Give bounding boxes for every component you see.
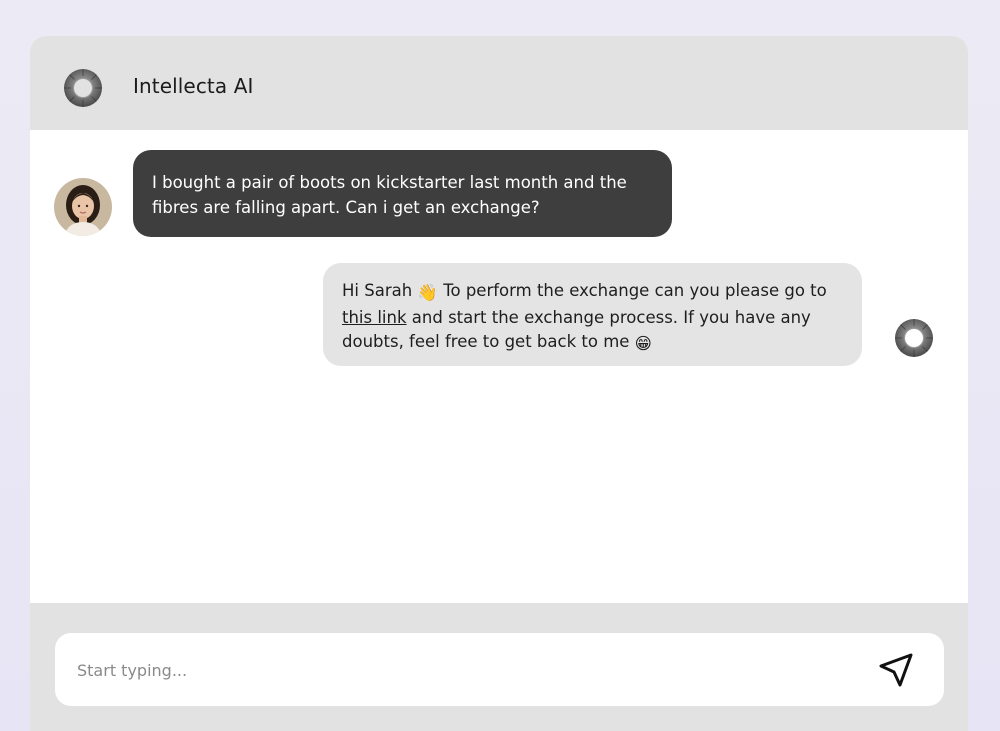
message-input[interactable] (75, 633, 859, 708)
waving-hand-emoji: 👋 (417, 283, 438, 302)
bot-message-bubble: Hi Sarah 👋 To perform the exchange can y… (323, 263, 862, 366)
app-title: Intellecta AI (133, 74, 254, 98)
bot-message-text-2: To perform the exchange can you please g… (437, 281, 827, 300)
bot-message-text-1: Hi Sarah (342, 281, 418, 300)
send-icon[interactable] (877, 651, 915, 689)
grinning-face-emoji: 😁 (634, 334, 652, 353)
exchange-link[interactable]: this link (342, 308, 407, 327)
chat-header: Intellecta AI (30, 36, 968, 130)
user-message-bubble: I bought a pair of boots on kickstarter … (133, 150, 672, 237)
user-message-text: I bought a pair of boots on kickstarter … (152, 173, 627, 217)
user-avatar (54, 178, 112, 236)
bot-message-text-3: and start the exchange process. If you h… (342, 307, 811, 352)
message-composer (30, 603, 968, 731)
bot-logo-icon (895, 319, 933, 357)
bot-logo-icon (64, 69, 102, 107)
chat-window: Intellecta AI I bought a pair of boots o… (30, 36, 968, 731)
message-input-container (55, 633, 944, 708)
